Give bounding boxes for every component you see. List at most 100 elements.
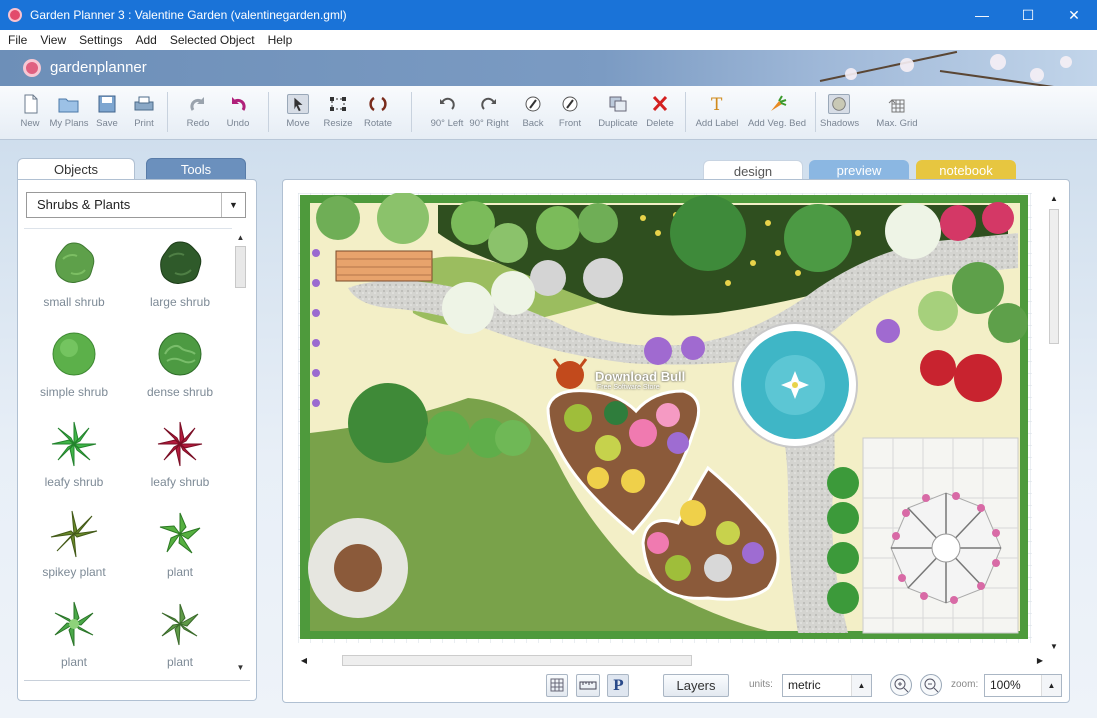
rotate-label: Rotate <box>364 118 392 129</box>
tab-notebook[interactable]: notebook <box>916 160 1016 181</box>
duplicate-label: Duplicate <box>598 118 638 129</box>
object-label: small shrub <box>43 295 105 309</box>
list-item-small-shrub[interactable]: small shrub <box>24 235 124 323</box>
tab-objects[interactable]: Objects <box>17 158 135 180</box>
delete-label: Delete <box>646 118 674 129</box>
minimize-button[interactable]: — <box>959 0 1005 30</box>
scrollbar-thumb[interactable] <box>235 246 246 288</box>
garden-design-canvas[interactable]: Download Bull Free Software Store <box>298 193 1032 643</box>
scrollbar-thumb[interactable] <box>1049 209 1059 344</box>
zoom-select[interactable]: 100% ▲ <box>984 674 1062 697</box>
list-item-leafy-shrub-green[interactable]: leafy shrub <box>24 415 124 503</box>
bring-front-icon <box>562 96 578 112</box>
rotate-left-button[interactable]: 90° Left <box>428 90 466 134</box>
menu-file[interactable]: File <box>8 33 27 47</box>
canvas-vertical-scrollbar[interactable]: ▲ ▼ <box>1047 193 1061 653</box>
list-item-plant-2[interactable]: plant <box>24 595 124 683</box>
tab-design[interactable]: design <box>703 160 803 181</box>
shadow-icon <box>828 94 850 114</box>
printer-icon <box>134 96 154 111</box>
front-button[interactable]: Front <box>554 90 586 134</box>
undo-button[interactable]: Undo <box>222 90 254 134</box>
move-button[interactable]: Move <box>283 90 313 134</box>
text-label-icon: T <box>711 95 723 114</box>
panel-divider <box>24 680 250 681</box>
list-item-simple-shrub[interactable]: simple shrub <box>24 325 124 413</box>
rotate-left-icon <box>440 97 455 110</box>
menu-bar: File View Settings Add Selected Object H… <box>0 30 1097 50</box>
chevron-down-icon[interactable]: ▲ <box>851 675 871 696</box>
maximize-button[interactable]: ☐ <box>1005 0 1051 30</box>
canvas-horizontal-scrollbar[interactable]: ◀ ▶ <box>298 654 1046 668</box>
grid-toggle-button[interactable] <box>546 674 568 697</box>
scroll-down-icon[interactable]: ▼ <box>234 662 247 674</box>
resize-button[interactable]: Resize <box>322 90 354 134</box>
spikey-plant-icon <box>50 510 98 558</box>
zoom-out-button[interactable] <box>920 674 942 696</box>
rotate-button[interactable]: Rotate <box>360 90 396 134</box>
logo-icon <box>23 59 41 77</box>
max-grid-button[interactable]: Max. Grid <box>874 90 920 134</box>
category-select[interactable]: Shrubs & Plants ▼ <box>26 192 246 218</box>
list-item-plant[interactable]: plant <box>130 505 230 593</box>
list-item-dense-shrub[interactable]: dense shrub <box>130 325 230 413</box>
print-button[interactable]: Print <box>128 90 160 134</box>
move-label: Move <box>286 118 310 129</box>
list-item-large-shrub[interactable]: large shrub <box>130 235 230 323</box>
scroll-up-icon[interactable]: ▲ <box>234 232 247 244</box>
object-label: leafy shrub <box>150 475 210 489</box>
branch-decoration <box>819 50 958 82</box>
menu-help[interactable]: Help <box>268 33 293 47</box>
scrollbar-thumb[interactable] <box>342 655 692 666</box>
scroll-right-icon[interactable]: ▶ <box>1034 654 1046 668</box>
rotate-right-button[interactable]: 90° Right <box>468 90 510 134</box>
menu-add[interactable]: Add <box>136 33 157 47</box>
menu-settings[interactable]: Settings <box>79 33 122 47</box>
zoom-in-button[interactable] <box>890 674 912 696</box>
leafy-shrub-icon <box>51 421 97 467</box>
units-select[interactable]: metric ▲ <box>782 674 872 697</box>
blossom-decoration <box>900 58 914 72</box>
tab-tools[interactable]: Tools <box>146 158 246 180</box>
vegetable-icon <box>771 95 787 111</box>
redo-icon <box>190 97 205 111</box>
plant-labels-toggle[interactable]: P <box>607 674 629 697</box>
blossom-decoration <box>845 68 857 80</box>
tab-preview[interactable]: preview <box>809 160 909 181</box>
layers-button[interactable]: Layers <box>663 674 729 697</box>
scroll-up-icon[interactable]: ▲ <box>1047 193 1061 205</box>
scroll-down-icon[interactable]: ▼ <box>1047 641 1061 653</box>
watermark-title: Download Bull <box>595 369 686 384</box>
save-button[interactable]: Save <box>92 90 122 134</box>
list-item-spikey-plant[interactable]: spikey plant <box>24 505 124 593</box>
list-item-plant-3[interactable]: plant <box>130 595 230 683</box>
object-list-scrollbar[interactable]: ▲ ▼ <box>234 232 247 672</box>
menu-selected-object[interactable]: Selected Object <box>170 33 255 47</box>
shadows-toggle[interactable]: Shadows <box>820 90 859 134</box>
close-button[interactable]: ✕ <box>1051 0 1097 30</box>
delete-x-icon <box>652 95 668 112</box>
chevron-down-icon[interactable]: ▼ <box>221 193 245 217</box>
scroll-left-icon[interactable]: ◀ <box>298 654 310 668</box>
menu-view[interactable]: View <box>40 33 66 47</box>
plant-icon <box>159 512 201 554</box>
duplicate-button[interactable]: Duplicate <box>596 90 640 134</box>
zoom-label: zoom: <box>951 679 979 690</box>
back-button[interactable]: Back <box>518 90 548 134</box>
my-plans-button[interactable]: My Plans <box>48 90 90 134</box>
ruler-toggle-button[interactable] <box>576 674 600 697</box>
list-item-leafy-shrub-red[interactable]: leafy shrub <box>130 415 230 503</box>
plant-icon <box>54 601 94 647</box>
redo-button[interactable]: Redo <box>182 90 214 134</box>
add-veg-bed-button[interactable]: Add Veg. Bed <box>746 90 808 134</box>
add-veg-bed-label: Add Veg. Bed <box>747 118 807 129</box>
object-label: large shrub <box>149 295 211 309</box>
delete-button[interactable]: Delete <box>643 90 677 134</box>
save-disk-icon <box>98 95 116 113</box>
chevron-down-icon[interactable]: ▲ <box>1041 675 1061 696</box>
blossom-decoration <box>1060 56 1072 68</box>
blossom-decoration <box>1030 68 1044 82</box>
add-label-button[interactable]: T Add Label <box>694 90 740 134</box>
new-button[interactable]: New <box>14 90 46 134</box>
redo-label: Redo <box>186 118 210 129</box>
